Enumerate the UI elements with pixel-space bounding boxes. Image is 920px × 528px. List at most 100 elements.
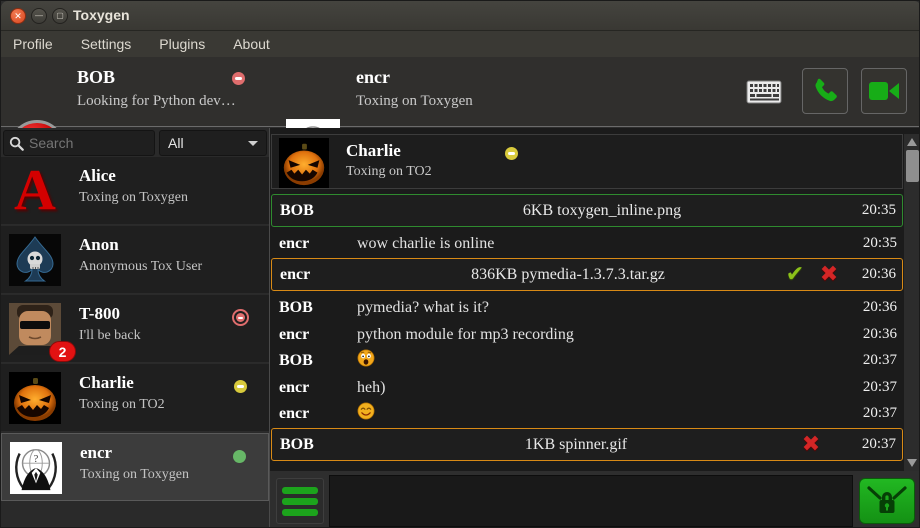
notification-status-message: Toxing on TO2 [346, 164, 432, 180]
contact-anon[interactable]: Anon Anonymous Tox User [1, 226, 269, 294]
sidebar: All A Alice Toxing on Toxygen [1, 128, 269, 528]
menu-plugins[interactable]: Plugins [159, 36, 205, 52]
message-row: encr python module for mp3 recording 20:… [271, 321, 903, 348]
message-time: 20:35 [846, 202, 902, 219]
status-online-icon [233, 450, 246, 463]
self-status-message: Looking for Python dev… [77, 93, 235, 110]
contact-alice[interactable]: A Alice Toxing on Toxygen [1, 157, 269, 225]
anon-avatar [9, 234, 61, 286]
message-time: 20:36 [846, 266, 902, 283]
status-away-icon [505, 147, 518, 160]
smiling-emoji-icon [357, 402, 375, 420]
active-contact-name: encr [356, 67, 390, 88]
message-sender: encr [271, 235, 357, 253]
file-transfer-row: BOB 1KB spinner.gif ✖ 20:37 [271, 428, 903, 461]
contact-status-message: I'll be back [79, 328, 141, 344]
message-sender: encr [271, 326, 357, 344]
status-busy-inner [236, 313, 245, 322]
phone-icon [810, 76, 840, 106]
search-input[interactable] [29, 135, 149, 151]
message-emoji [357, 349, 847, 372]
file-transfer-row: encr 836KB pymedia-1.3.7.3.tar.gz ✔ ✖ 20… [271, 258, 903, 291]
notification-name: Charlie [346, 141, 401, 161]
message-sender: encr [272, 266, 358, 284]
window-title: Toxygen [73, 7, 130, 23]
file-transfer-row: BOB 6KB toxygen_inline.png 20:35 [271, 194, 903, 227]
accept-file-button[interactable]: ✔ [778, 264, 812, 286]
file-transfer-label: 836KB pymedia-1.3.7.3.tar.gz [358, 266, 778, 284]
status-busy-unread-icon [232, 309, 249, 326]
message-sender: encr [271, 379, 357, 397]
composer [269, 471, 920, 528]
close-window-icon[interactable]: ✕ [10, 8, 26, 24]
message-row: BOB 20:37 [271, 347, 903, 374]
file-transfer-label: 6KB toxygen_inline.png [358, 202, 846, 220]
cancel-file-button[interactable]: ✖ [794, 434, 828, 456]
message-sender: BOB [272, 436, 358, 454]
contact-status-message: Anonymous Tox User [79, 259, 202, 275]
contact-t800[interactable]: T-800 I'll be back 2 [1, 295, 269, 363]
header: B BOB Looking for Python dev… ? encr Tox… [1, 57, 920, 127]
contact-encr[interactable]: ? encr Toxing on Toxygen [1, 433, 269, 501]
menubar: Profile Settings Plugins About [1, 31, 920, 57]
message-row: encr 20:37 [271, 400, 903, 427]
scroll-down-icon[interactable] [907, 459, 917, 467]
send-button[interactable] [859, 478, 915, 524]
message-time: 20:37 [847, 379, 903, 396]
friend-online-notification[interactable]: Charlie Toxing on TO2 [271, 134, 903, 189]
status-away-icon [234, 380, 247, 393]
self-name: BOB [77, 67, 115, 88]
active-contact-status-message: Toxing on Toxygen [356, 93, 473, 110]
contact-charlie[interactable]: Charlie Toxing on TO2 [1, 364, 269, 432]
message-row: encr wow charlie is online 20:35 [271, 230, 903, 257]
message-sender: BOB [271, 352, 357, 370]
message-row: encr heh) 20:37 [271, 374, 903, 401]
search-box[interactable] [3, 130, 155, 156]
menu-profile[interactable]: Profile [13, 36, 53, 52]
message-text: heh) [357, 379, 847, 397]
self-status-busy-icon[interactable] [232, 72, 245, 85]
maximize-window-icon[interactable]: ▢ [52, 8, 68, 24]
pumpkin-icon [9, 372, 61, 424]
audio-call-button[interactable] [802, 68, 848, 114]
contact-status-message: Toxing on Toxygen [79, 190, 188, 206]
decline-file-button[interactable]: ✖ [812, 264, 846, 286]
anonymous-avatar-icon: ? [10, 442, 62, 494]
charlie-avatar [9, 372, 61, 424]
chat-area: Charlie Toxing on TO2 BOB 6KB toxygen_in… [269, 128, 920, 471]
scroll-up-icon[interactable] [907, 138, 917, 146]
message-time: 20:36 [847, 326, 903, 343]
screen-keyboard-icon[interactable] [746, 80, 782, 109]
scared-emoji-icon [357, 349, 375, 367]
message-time: 20:36 [847, 299, 903, 316]
contact-name: Anon [79, 235, 119, 255]
minimize-window-icon[interactable]: — [31, 8, 47, 24]
video-call-button[interactable] [861, 68, 907, 114]
search-icon [9, 136, 24, 151]
message-text: pymedia? what is it? [357, 299, 847, 317]
titlebar[interactable]: ✕ — ▢ Toxygen [1, 1, 920, 31]
contact-name: T-800 [79, 304, 120, 324]
menu-icon [282, 487, 318, 494]
message-text: python module for mp3 recording [357, 326, 847, 344]
message-sender: encr [271, 405, 357, 423]
message-emoji [357, 402, 847, 425]
keyboard-glyph [746, 80, 782, 104]
spade-skull-icon [9, 234, 61, 286]
encr-avatar: ? [10, 442, 62, 494]
contact-filter-dropdown[interactable]: All [159, 130, 267, 156]
video-camera-icon [868, 78, 900, 104]
message-input[interactable] [329, 475, 853, 527]
attachments-menu-button[interactable] [276, 478, 324, 524]
menu-settings[interactable]: Settings [81, 36, 132, 52]
message-time: 20:35 [847, 235, 903, 252]
menu-about[interactable]: About [233, 36, 270, 52]
contact-name: Alice [79, 166, 116, 186]
scrollbar-thumb[interactable] [906, 150, 919, 182]
message-text: wow charlie is online [357, 235, 847, 253]
alice-avatar-letter: A [9, 165, 61, 217]
chat-scrollbar[interactable] [904, 134, 920, 471]
menu-icon-bar [282, 509, 318, 516]
message-sender: BOB [272, 202, 358, 220]
charlie-avatar [279, 138, 329, 188]
